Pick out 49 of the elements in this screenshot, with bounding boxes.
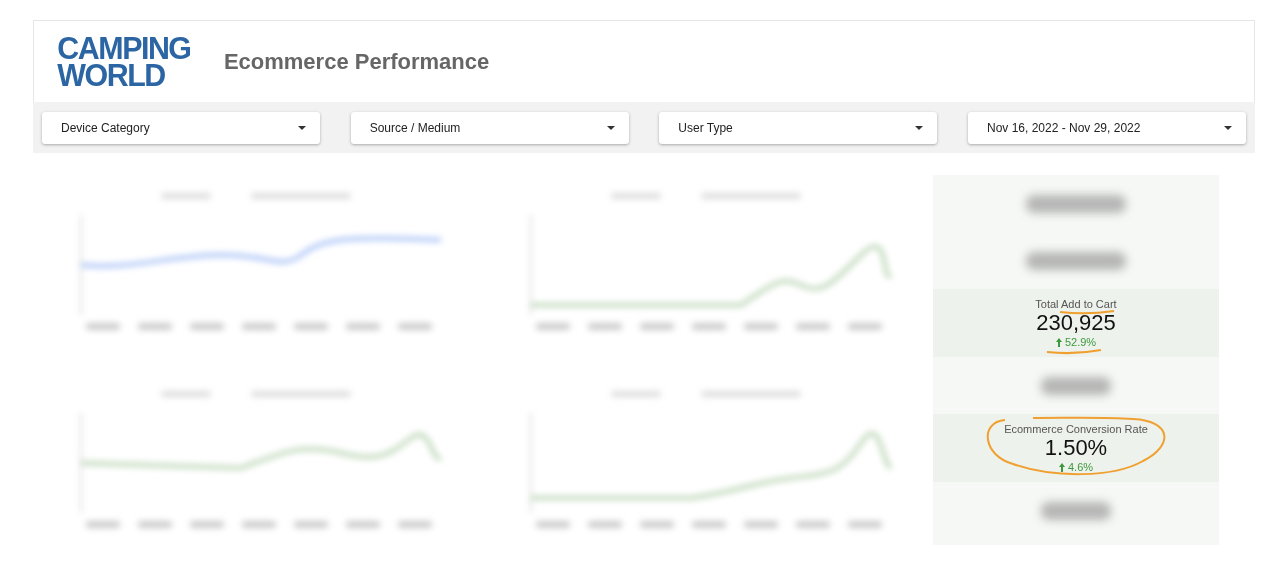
blurred-tick-label [346, 521, 380, 528]
blurred-tick-label [744, 323, 778, 330]
blurred-metric [1041, 376, 1111, 395]
arrow-up-icon [1055, 337, 1062, 347]
caret-icon [298, 125, 306, 130]
metric-change: 52.9% [1055, 336, 1097, 348]
filter-dropdown[interactable]: Source / Medium [350, 111, 629, 144]
blurred-tick-label [190, 521, 224, 528]
caret-icon [1223, 125, 1232, 130]
blurred-tick-label [536, 323, 570, 330]
filter-dropdown[interactable]: User Type [659, 111, 938, 144]
page-title: Ecommerce Performance [223, 48, 490, 75]
blurred-tick-label [190, 323, 224, 330]
blurred-tick-label [796, 521, 830, 528]
blurred-tick-label [848, 323, 882, 330]
blurred-tick-label [692, 521, 726, 528]
underline-mark [1046, 349, 1102, 355]
blurred-metric [1041, 501, 1111, 520]
metric-label: Ecommerce Conversion Rate [1004, 423, 1148, 435]
blurred-tick-label [796, 323, 830, 330]
blurred-tick-label [138, 323, 172, 330]
filter-dropdown[interactable]: Device Category [42, 111, 320, 144]
caret-icon [915, 125, 924, 130]
blurred-tick-label [398, 323, 432, 330]
blurred-tick-label [138, 521, 172, 528]
caret-icon [606, 125, 615, 130]
blurred-tick-label [744, 521, 778, 528]
blurred-tick-label [242, 521, 276, 528]
metric-value: 230,925 [1036, 310, 1116, 336]
blurred-tick-label [640, 323, 674, 330]
blurred-tick-label [294, 521, 328, 528]
filter-dropdown[interactable]: Nov 16, 2022 - Nov 29, 2022 [967, 111, 1246, 144]
blurred-tick-label [86, 323, 120, 330]
blurred-tick-label [536, 521, 570, 528]
blurred-tick-label [848, 521, 882, 528]
metric-label: Total Add to Cart [1035, 298, 1117, 310]
metric-change: 4.6% [1058, 461, 1094, 473]
blurred-tick-label [294, 323, 328, 330]
blurred-tick-label [398, 521, 432, 528]
blurred-tick-label [242, 323, 276, 330]
logo: CAMPING WORLD [57, 34, 191, 89]
metric-value: 1.50% [1044, 435, 1108, 461]
blurred-tick-label [588, 323, 622, 330]
blurred-tick-label [692, 323, 726, 330]
arrow-up-icon [1058, 462, 1065, 472]
blurred-tick-label [588, 521, 622, 528]
blurred-tick-label [346, 323, 380, 330]
blurred-tick-label [86, 521, 120, 528]
blurred-tick-label [640, 521, 674, 528]
